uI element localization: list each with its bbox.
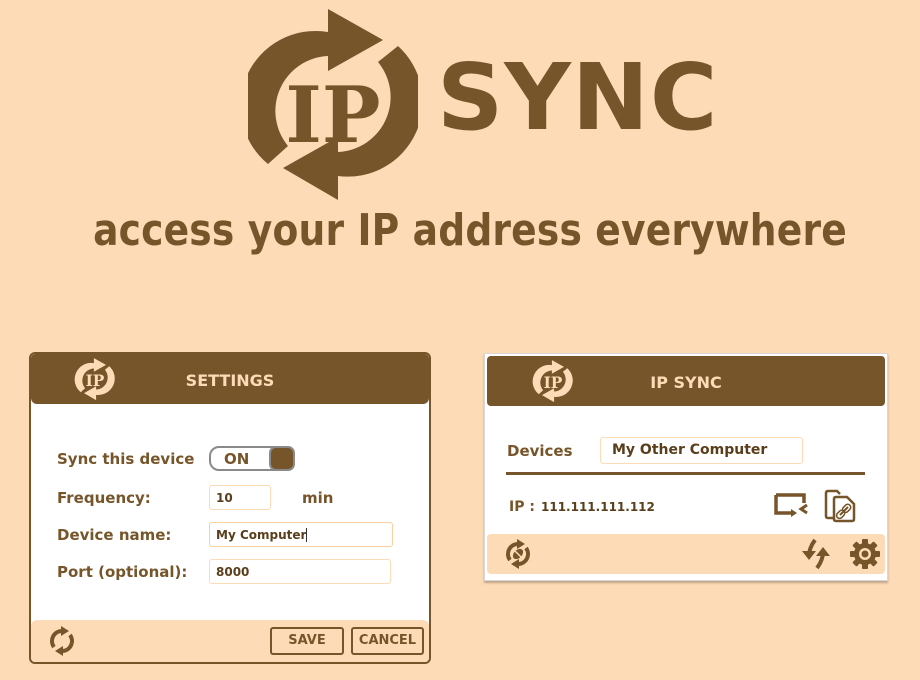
gear-icon[interactable]: [849, 538, 881, 570]
hero-logo-text: IP: [285, 70, 380, 161]
settings-footer: SAVE CANCEL: [31, 620, 429, 662]
sync-toggle-label: ON: [224, 450, 250, 468]
ip-value: 111.111.111.112: [541, 500, 655, 514]
port-input[interactable]: 8000: [209, 559, 391, 584]
tagline: access your IP address everywhere: [93, 205, 847, 256]
ip-label: IP :: [509, 499, 535, 515]
device-name-value: My Computer: [216, 528, 307, 542]
device-name-label: Device name:: [57, 526, 172, 544]
copy-link-icon[interactable]: [823, 488, 859, 524]
ipsync-header: IP IP SYNC: [487, 356, 885, 406]
port-label: Port (optional):: [57, 563, 188, 581]
refresh-icon[interactable]: [47, 626, 77, 656]
ip-sync-logo-icon: IP: [248, 9, 418, 200]
settings-title: SETTINGS: [185, 371, 275, 390]
device-name-input[interactable]: My Computer: [209, 522, 393, 547]
frequency-input[interactable]: 10: [209, 485, 271, 510]
save-button[interactable]: SAVE: [270, 627, 344, 655]
device-select[interactable]: My Other Computer: [600, 437, 803, 464]
toggle-knob[interactable]: [269, 446, 295, 471]
ipsync-title: IP SYNC: [650, 373, 722, 392]
frequency-label: Frequency:: [57, 489, 151, 507]
sync-arrows-icon[interactable]: [799, 538, 833, 570]
divider: [506, 472, 865, 475]
sync-disconnected-icon[interactable]: [503, 539, 533, 569]
frequency-unit: min: [302, 489, 334, 507]
sync-device-label: Sync this device: [57, 450, 195, 468]
ipsync-window: IP IP SYNC Devices My Other Computer IP …: [484, 353, 888, 581]
text-cursor: [306, 528, 308, 542]
remote-desktop-icon[interactable]: [773, 491, 809, 521]
cancel-button[interactable]: CANCEL: [351, 627, 424, 655]
devices-label: Devices: [507, 442, 573, 460]
settings-header: IP SETTINGS: [31, 354, 429, 404]
sync-toggle[interactable]: ON: [209, 446, 295, 471]
settings-window: IP SETTINGS Sync this device ON Frequenc…: [29, 352, 431, 664]
hero-title: SYNC: [437, 44, 719, 151]
ipsync-footer: [487, 534, 885, 574]
